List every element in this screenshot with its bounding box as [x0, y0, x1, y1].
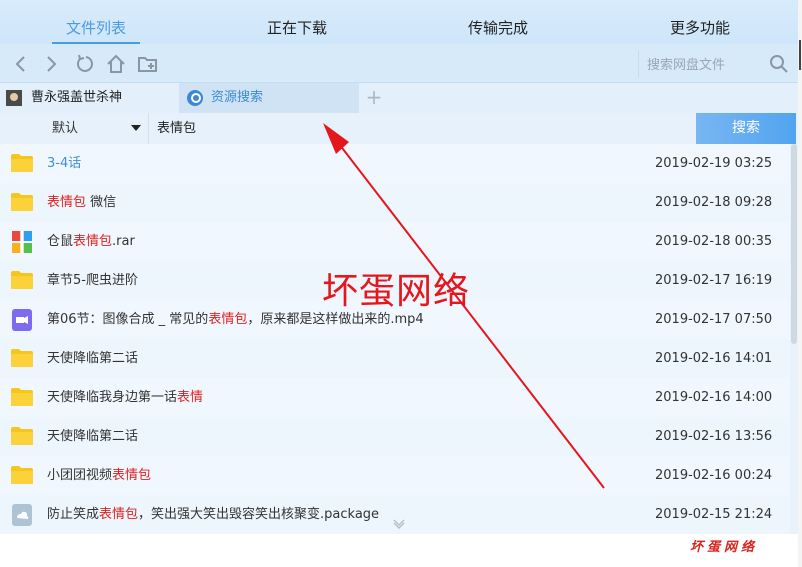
file-name-text: 防止笑成: [47, 507, 100, 522]
file-list: 3-4话 2019-02-19 03:25 表情包 微信 2019-02-18 09:…: [0, 144, 790, 534]
scrollbar-thumb[interactable]: [791, 144, 797, 344]
sort-select[interactable]: 默认: [52, 113, 78, 144]
watermark-big: 坏蛋网络: [322, 271, 471, 312]
file-name-highlight: 表情包: [47, 195, 87, 210]
file-name-highlight: 表情包: [99, 507, 139, 522]
refresh-icon[interactable]: [73, 53, 95, 75]
package-icon: [10, 504, 34, 526]
file-name-suffix: .rar: [112, 234, 135, 249]
file-name[interactable]: 防止笑成表情包，笑出强大笑出毁容笑出核聚变.package: [47, 495, 379, 534]
search-filter-row: 默认 表情包 搜索: [0, 113, 798, 145]
table-row[interactable]: 天使降临我身边第一话表情 2019-02-16 14:00: [0, 378, 790, 418]
watermark-small: 坏蛋网络: [690, 540, 759, 555]
file-name-text: 章节5-爬虫进阶: [47, 273, 138, 288]
file-date: 2019-02-16 14:01: [655, 351, 773, 366]
folder-icon: [10, 348, 34, 368]
table-row[interactable]: 3-4话 2019-02-19 03:25: [0, 144, 790, 184]
tab-resource-search[interactable]: 资源搜索: [179, 83, 359, 113]
table-row[interactable]: 小团团视频表情包 2019-02-16 00:24: [0, 456, 790, 496]
search-tab-icon: [187, 90, 203, 106]
file-date: 2019-02-16 00:24: [655, 468, 773, 483]
file-name-text: 第06节：图像合成 _ 常见的: [47, 312, 209, 327]
file-name-text: 天使降临第二话: [47, 429, 139, 444]
tab-file-list[interactable]: 文件列表: [52, 0, 140, 44]
file-name-highlight: 表情包: [73, 234, 113, 249]
tab-resource-search-label: 资源搜索: [211, 90, 264, 105]
tab-user-share[interactable]: 曹永强盖世杀神: [0, 83, 178, 113]
search-icon[interactable]: [769, 54, 789, 74]
file-name-text: 天使降临我身边第一话: [47, 390, 178, 405]
forward-icon[interactable]: [40, 53, 62, 75]
file-name[interactable]: 小团团视频表情包: [47, 456, 151, 495]
scrollbar[interactable]: [790, 144, 798, 544]
tab-user-share-label: 曹永强盖世杀神: [31, 90, 123, 105]
table-row[interactable]: 仓鼠表情包.rar 2019-02-18 00:35: [0, 222, 790, 262]
folder-icon: [10, 426, 34, 446]
file-name[interactable]: 仓鼠表情包.rar: [47, 222, 135, 261]
tab-downloading-label: 正在下载: [266, 19, 327, 37]
file-name-suffix: 微信: [86, 195, 117, 210]
file-name-text: 3-4话: [47, 156, 82, 171]
tab-more-features-label: 更多功能: [669, 19, 730, 37]
folder-icon: [10, 387, 34, 407]
folder-icon: [10, 270, 34, 290]
tab-transfer-complete-label: 传输完成: [467, 19, 528, 37]
file-date: 2019-02-17 16:19: [655, 273, 773, 288]
table-row[interactable]: 天使降临第二话 2019-02-16 13:56: [0, 417, 790, 457]
file-date: 2019-02-16 14:00: [655, 390, 773, 405]
tab-more-features[interactable]: 更多功能: [652, 0, 748, 44]
tab-file-list-label: 文件列表: [65, 19, 126, 37]
file-name[interactable]: 天使降临我身边第一话表情: [47, 378, 203, 417]
new-folder-icon[interactable]: [137, 53, 159, 75]
file-date: 2019-02-16 13:56: [655, 429, 773, 444]
file-date: 2019-02-15 21:24: [655, 507, 773, 522]
file-name-text: 天使降临第二话: [47, 351, 139, 366]
back-icon[interactable]: [10, 53, 32, 75]
file-name-highlight: 表情包: [208, 312, 248, 327]
scroll-down-chevron-icon[interactable]: [392, 516, 406, 530]
file-name-text: 小团团视频: [47, 468, 113, 483]
tab-downloading[interactable]: 正在下载: [250, 0, 344, 44]
chevron-down-icon[interactable]: [131, 125, 141, 131]
add-tab-button[interactable]: +: [364, 83, 384, 113]
file-name[interactable]: 天使降临第二话: [47, 339, 138, 378]
file-name[interactable]: 表情包 微信: [47, 183, 116, 222]
file-name[interactable]: 章节5-爬虫进阶: [47, 261, 138, 300]
file-date: 2019-02-17 07:50: [655, 312, 773, 327]
file-name-text: 仓鼠: [47, 234, 74, 249]
file-date: 2019-02-18 00:35: [655, 234, 773, 249]
file-name-highlight: 表情包: [112, 468, 152, 483]
file-name-highlight: 表情: [177, 390, 204, 405]
file-name[interactable]: 天使降临第二话: [47, 417, 138, 456]
window-edge: [798, 0, 802, 567]
avatar: [6, 90, 22, 106]
folder-icon: [10, 465, 34, 485]
folder-icon: [10, 153, 34, 173]
main-tab-bar: 文件列表 正在下载 传输完成 更多功能: [0, 0, 798, 44]
toolbar: [0, 44, 798, 83]
file-date: 2019-02-18 09:28: [655, 195, 773, 210]
table-row[interactable]: 天使降临第二话 2019-02-16 14:01: [0, 339, 790, 379]
file-tab-bar: 曹永强盖世杀神 资源搜索 +: [0, 83, 798, 114]
file-name[interactable]: 3-4话: [47, 144, 81, 183]
netdisk-search: [638, 51, 795, 79]
file-name-suffix: ，原来都是这样做出来的.mp4: [247, 312, 424, 327]
archive-icon: [10, 231, 34, 253]
video-icon: [10, 309, 34, 331]
netdisk-search-input[interactable]: [639, 51, 769, 79]
tab-transfer-complete[interactable]: 传输完成: [450, 0, 546, 44]
home-icon[interactable]: [105, 53, 127, 75]
folder-icon: [10, 192, 34, 212]
table-row[interactable]: 表情包 微信 2019-02-18 09:28: [0, 183, 790, 223]
file-date: 2019-02-19 03:25: [655, 156, 773, 171]
search-button[interactable]: 搜索: [696, 113, 796, 144]
divider: [148, 113, 149, 144]
keyword-input[interactable]: 表情包: [157, 113, 196, 144]
file-name-suffix: ，笑出强大笑出毁容笑出核聚变.package: [138, 507, 380, 522]
bottom-area: [0, 534, 798, 567]
